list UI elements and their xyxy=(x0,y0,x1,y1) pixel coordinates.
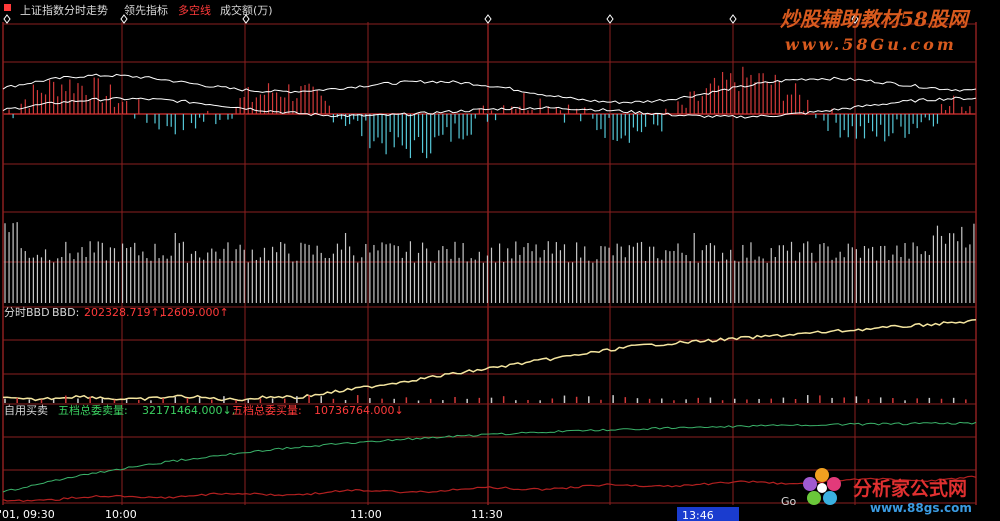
diamond-marker-icon xyxy=(606,14,614,24)
diamond-marker-icon xyxy=(3,14,11,24)
indicator-leading[interactable]: 领先指标 xyxy=(124,3,168,17)
sell-volume-value: 32171464.000↓, xyxy=(142,404,235,417)
bbd-label: BBD: xyxy=(52,306,79,319)
panel-menu-icon[interactable] xyxy=(4,4,11,11)
bbd-line xyxy=(2,318,977,402)
leading-indicator-line xyxy=(2,73,977,104)
bbd-value-1: 202328.719↑, xyxy=(84,306,163,319)
watermark-top-brand-num: 58股网 xyxy=(900,7,971,31)
volume-bars xyxy=(4,222,975,303)
indicator-long-short[interactable]: 多空线 xyxy=(178,3,211,17)
grid-lines xyxy=(2,22,977,505)
time-label-1000: 10:00 xyxy=(105,508,137,521)
bbd-panel-label: 分时BBD xyxy=(4,306,50,319)
time-label-0930: '01, 09:30 xyxy=(0,508,55,521)
watermark-bottom-url: www.88gs.com xyxy=(870,501,972,515)
time-label-1130: 11:30 xyxy=(471,508,503,521)
bbd-ticks xyxy=(4,395,967,403)
diamond-marker-icon xyxy=(729,14,737,24)
indicator-bars xyxy=(8,66,971,159)
bbd-value-2: 12609.000↑ xyxy=(160,306,229,319)
watermark-top-brand: 炒股辅助教材 xyxy=(780,7,903,31)
diamond-marker-icon xyxy=(484,14,492,24)
chart-canvas[interactable]: 上证指数分时走势 领先指标 多空线 成交额(万) 炒股辅助教材 58股网 www… xyxy=(0,0,1000,521)
buy-volume-value: 10736764.000↓ xyxy=(314,404,404,417)
sell-volume-label: 五档总委卖量: xyxy=(58,403,128,417)
time-label-cursor: 13:46 xyxy=(682,509,714,521)
panel-title: 上证指数分时走势 xyxy=(20,3,108,17)
orders-panel-label: 自用买卖 xyxy=(4,404,48,417)
flower-logo-icon xyxy=(803,468,841,505)
watermark-bottom-brand: 分析家公式网 xyxy=(853,477,967,500)
buy-volume-label: 五档总委买量: xyxy=(232,403,302,417)
time-label-1100: 11:00 xyxy=(350,508,382,521)
watermark-bottom-prefix: Go xyxy=(781,495,797,508)
watermark-top-url: www.58Gu.com xyxy=(785,35,957,54)
